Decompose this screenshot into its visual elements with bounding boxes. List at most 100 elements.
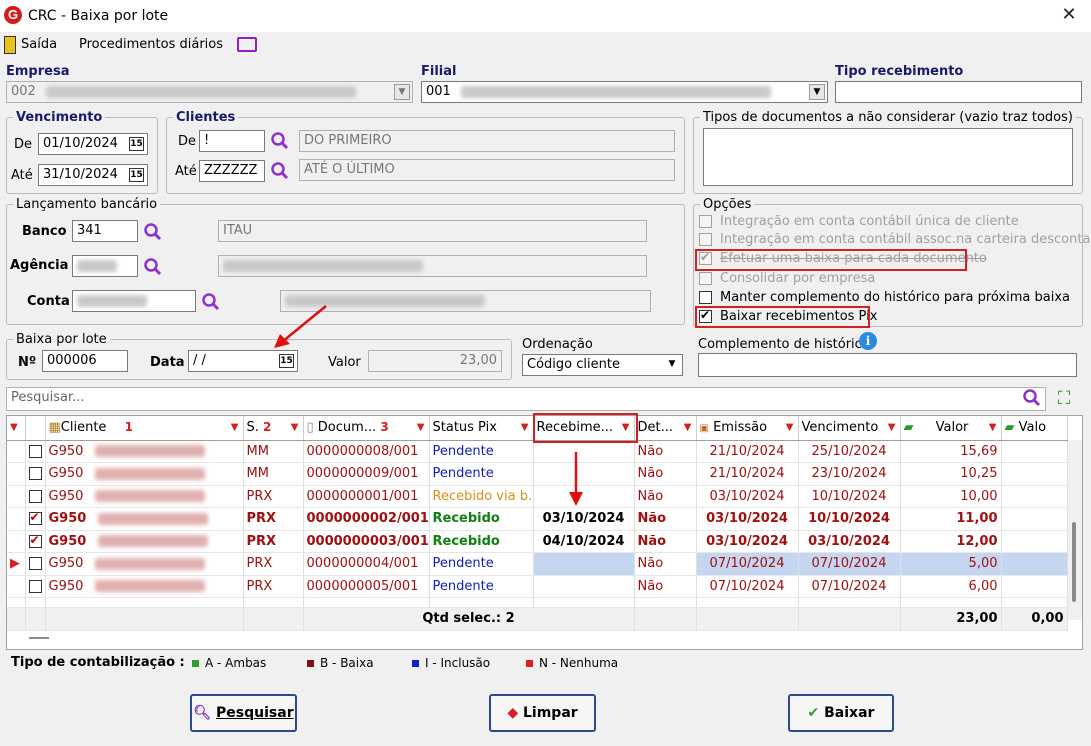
search-input[interactable]: Pesquisar... [6,387,1046,411]
annotation-arrow-icon [569,452,583,506]
vertical-scrollbar[interactable] [1068,440,1082,620]
vencimento-ate-field[interactable]: 31/10/2024 15 [38,164,148,186]
valor-field: 23,00 [368,350,502,372]
numero-input[interactable]: 000006 [42,350,128,372]
option-checkbox[interactable] [699,233,712,246]
column-valor[interactable]: ▰ Valor ▼ [900,416,1002,441]
title-bar: G CRC - Baixa por lote ✕ [0,0,1091,32]
chevron-down-icon[interactable]: ▼ [664,357,680,373]
cell-recebimento-value: 03/10/2024 [542,511,625,527]
row-select-checkbox[interactable] [28,489,42,503]
column-det[interactable]: Det... ▼ [634,416,697,441]
option-checkbox[interactable] [699,272,712,285]
empty-cell [696,597,799,608]
row-select-checkbox[interactable] [28,579,42,593]
calendar-icon: ▣ [699,423,709,435]
filter-icon[interactable]: ▼ [417,422,425,433]
cell-documento: 0000000003/001 [303,530,430,553]
row-select-checkbox[interactable] [28,444,42,458]
option-checkbox[interactable] [699,291,712,304]
filter-icon[interactable]: ▼ [989,422,997,433]
clientes-de-code-input[interactable]: ! [199,130,265,152]
column-cliente[interactable]: ▦Cliente 1 ▼ [45,416,244,441]
chevron-down-icon[interactable]: ▼ [809,84,825,100]
data-input[interactable]: / / 15 [188,350,298,372]
calendar-icon[interactable]: 15 [279,354,294,368]
filial-select[interactable]: 001 ▼ [421,81,828,103]
calendar-icon[interactable]: 15 [129,168,144,182]
row-checkbox[interactable] [25,575,46,598]
table-row[interactable]: ▶ G950 PRX 0000000004/001 Pendente Não 07/10/2… [7,552,1068,576]
horizontal-scrollbar-thumb[interactable] [29,637,49,639]
close-button[interactable]: ✕ [1058,4,1080,26]
tipo-recebimento-input[interactable] [835,81,1082,103]
calendar-icon[interactable]: 15 [129,137,144,151]
row-checkbox[interactable] [25,530,46,553]
search-icon[interactable] [270,161,290,181]
filter-icon[interactable]: ▼ [291,422,299,433]
highlight-box-baixar-pix [695,306,870,328]
column-status-pix[interactable]: Status Pix ▼ [429,416,534,441]
filter-icon[interactable]: ▼ [521,422,529,433]
clientes-ate-code-input[interactable]: ZZZZZZ [199,160,265,182]
column-valor-2[interactable]: ▰ Valo [1001,416,1068,441]
ordenacao-select[interactable]: Código cliente ▼ [522,354,683,376]
option-item[interactable]: Integração em conta contábil única de cl… [699,214,1019,229]
row-checkbox[interactable] [25,485,46,508]
search-icon[interactable] [143,222,163,242]
cell-documento-value: 0000000005/001 [306,578,419,594]
table-row[interactable]: G950 MM 0000000008/001 Pendente Não 21/10/202… [7,440,1068,463]
cell-recebimento: 03/10/2024 [533,507,635,531]
baixar-button[interactable]: ✔ Baixar [788,694,894,732]
row-select-checkbox[interactable] [28,467,42,481]
search-icon[interactable] [143,257,163,277]
menu-exit[interactable]: Saída [21,37,57,52]
table-row[interactable]: G950 PRX 0000000001/001 Recebido via b... Nã… [7,485,1068,508]
pesquisar-button[interactable]: 🔍︎ Pesquisar [190,694,297,732]
row-checkbox[interactable] [25,552,46,576]
option-checkbox[interactable] [699,215,712,228]
search-icon[interactable] [270,131,290,151]
option-item[interactable]: Consolidar por empresa [699,271,875,286]
row-select-checkbox[interactable] [28,533,42,548]
row-checkbox[interactable] [25,462,46,486]
conta-input[interactable] [72,290,196,312]
header-filter[interactable]: ▼ [7,416,26,441]
table-row[interactable]: G950 MM 0000000009/001 Pendente Não 21/10/202… [7,462,1068,486]
table-row[interactable]: G950 PRX 0000000005/001 Pendente Não 07/10/20… [7,575,1068,598]
filter-icon[interactable]: ▼ [888,422,896,433]
cell-det: Não [634,462,697,486]
monitor-icon[interactable] [237,37,257,52]
option-item[interactable]: Manter complemento do histórico para pró… [699,290,1070,305]
banco-input[interactable]: 341 [72,220,138,242]
cell-status-pix: Pendente [429,440,534,463]
expand-icon[interactable]: ⛶ [1054,389,1074,409]
complemento-input[interactable] [698,353,1077,377]
option-item[interactable]: Integração em conta contábil assoc.na ca… [699,232,1091,247]
column-vencimento[interactable]: Vencimento ▼ [798,416,901,441]
search-icon[interactable] [201,292,221,312]
column-documento[interactable]: ▯ Docum... 3 ▼ [303,416,430,441]
chevron-down-icon[interactable]: ▼ [394,84,410,100]
filter-icon[interactable]: ▼ [231,422,239,433]
row-checkbox[interactable] [25,507,46,531]
limpar-button[interactable]: ◆ Limpar [489,694,596,732]
filter-icon[interactable]: ▼ [684,422,692,433]
app-logo-icon: G [4,6,22,24]
agencia-input[interactable] [72,255,138,277]
filter-icon[interactable]: ▼ [786,422,794,433]
search-icon[interactable] [1022,388,1042,408]
row-checkbox[interactable] [25,440,46,463]
scrollbar-thumb[interactable] [1072,522,1076,602]
column-serie[interactable]: S. 2 ▼ [243,416,304,441]
empresa-select[interactable]: 002 ▼ [6,81,413,103]
row-select-checkbox[interactable] [28,557,42,571]
column-emissao[interactable]: ▣ Emissão ▼ [696,416,799,441]
vencimento-de-field[interactable]: 01/10/2024 15 [38,133,148,155]
info-icon[interactable]: i [859,332,877,350]
table-row[interactable]: G950 PRX 0000000002/001Recebido 03/10/2024 N… [7,507,1068,531]
row-select-checkbox[interactable] [28,510,42,526]
menu-daily-procedures[interactable]: Procedimentos diários [79,37,223,52]
tipos-documentos-input[interactable] [703,128,1073,186]
table-row[interactable]: G950 PRX 0000000003/001Recebido 04/10/2024 N… [7,530,1068,553]
